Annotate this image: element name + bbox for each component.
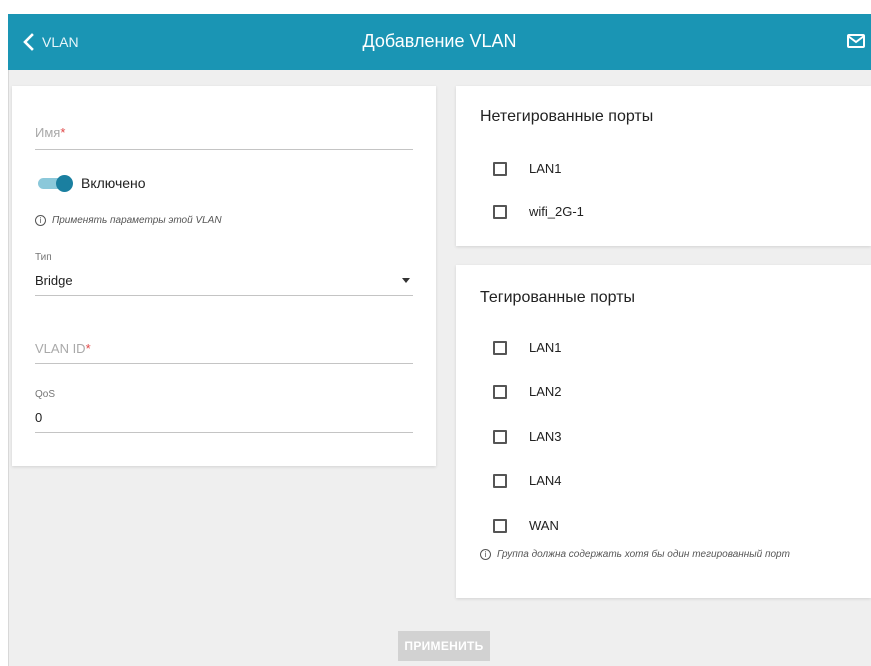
vlan-id-input[interactable]: VLAN ID*	[35, 341, 91, 356]
checkbox[interactable]	[493, 474, 507, 488]
untagged-port-wifi[interactable]: wifi_2G-1	[493, 204, 584, 220]
checkbox[interactable]	[493, 341, 507, 355]
untagged-port-lan1[interactable]: LAN1	[493, 161, 562, 177]
tagged-ports-card: Тегированные порты LAN1 LAN2 LAN3 LAN4 W…	[456, 265, 871, 598]
tagged-port-lan3[interactable]: LAN3	[493, 429, 562, 445]
checkbox[interactable]	[493, 519, 507, 533]
name-input-underline	[35, 149, 413, 150]
untagged-ports-card: Нетегированные порты LAN1 wifi_2G-1	[456, 86, 871, 246]
type-select-underline	[35, 295, 413, 296]
enabled-hint-text: Применять параметры этой VLAN	[52, 215, 222, 226]
qos-input[interactable]: 0	[35, 410, 42, 425]
tagged-ports-title: Тегированные порты	[480, 289, 636, 306]
name-input[interactable]: Имя*	[35, 125, 65, 140]
qos-underline	[35, 432, 413, 433]
enabled-label: Включено	[81, 175, 146, 191]
checkbox[interactable]	[493, 205, 507, 219]
qos-label: QoS	[35, 389, 56, 400]
type-select[interactable]: Bridge	[35, 273, 73, 288]
tagged-port-lan2[interactable]: LAN2	[493, 384, 562, 400]
toggle-knob	[56, 175, 73, 192]
type-label: Тип	[35, 252, 52, 263]
info-icon: i	[35, 215, 46, 226]
info-icon: i	[480, 549, 491, 560]
enabled-hint: i Применять параметры этой VLAN	[35, 215, 222, 226]
mail-icon[interactable]	[845, 32, 871, 52]
tagged-hint-text: Группа должна содержать хотя бы один тег…	[497, 549, 790, 560]
apply-button[interactable]: ПРИМЕНИТЬ	[398, 631, 490, 661]
tagged-port-wan[interactable]: WAN	[493, 518, 559, 534]
untagged-ports-title: Нетегированные порты	[480, 108, 654, 125]
checkbox[interactable]	[493, 430, 507, 444]
tagged-port-lan4[interactable]: LAN4	[493, 473, 562, 489]
dropdown-arrow-icon[interactable]	[402, 278, 410, 283]
vlan-settings-card: Имя* Включено i Применять параметры этой…	[12, 86, 436, 466]
tagged-hint: i Группа должна содержать хотя бы один т…	[480, 549, 790, 560]
top-bar: VLAN Добавление VLAN	[8, 14, 871, 70]
enabled-toggle[interactable]	[38, 175, 73, 192]
checkbox[interactable]	[493, 162, 507, 176]
vlan-id-underline	[35, 363, 413, 364]
checkbox[interactable]	[493, 385, 507, 399]
tagged-port-lan1[interactable]: LAN1	[493, 340, 562, 356]
page-title: Добавление VLAN	[362, 31, 517, 51]
